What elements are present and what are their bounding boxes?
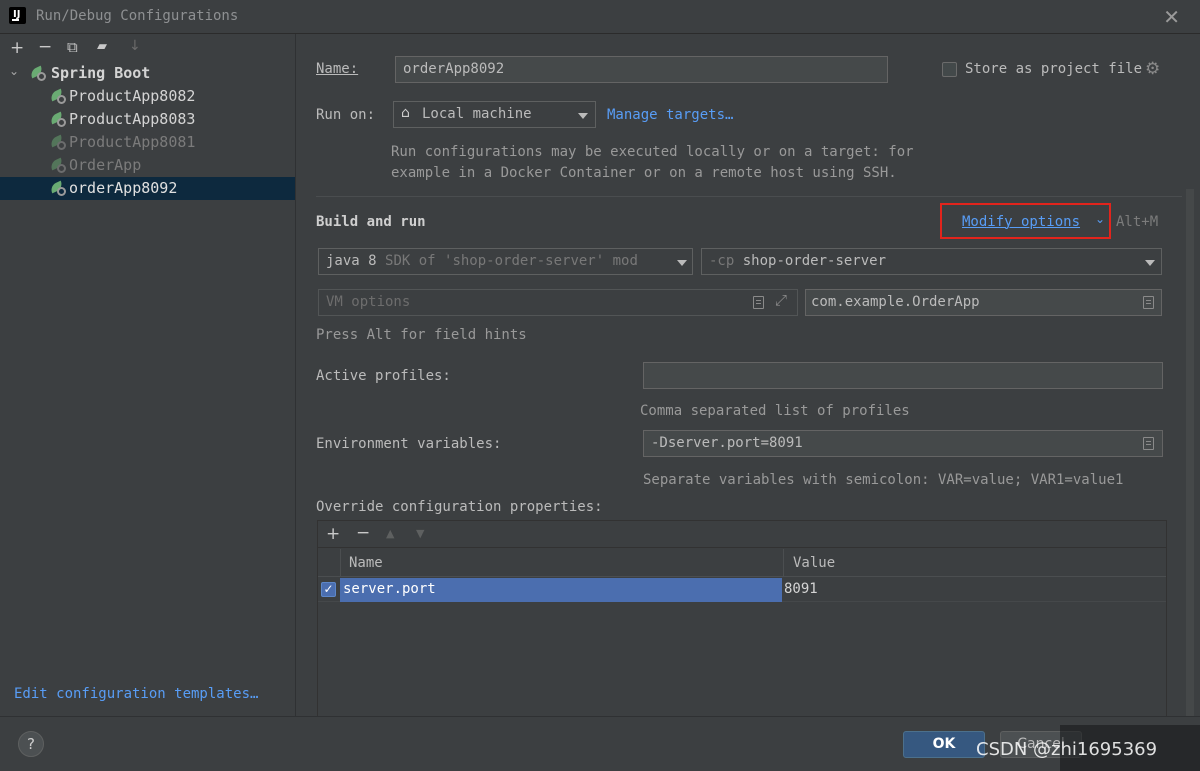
tree-item-label: ProductApp8081 — [69, 133, 196, 151]
expand-text-icon[interactable] — [753, 296, 764, 309]
tree-item-selected[interactable]: orderApp8092 — [0, 177, 295, 200]
home-icon: ⌂ — [401, 105, 410, 121]
build-and-run-heading: Build and run — [316, 214, 426, 230]
name-field-value: orderApp8092 — [403, 61, 505, 77]
gear-icon[interactable]: ⚙ — [1145, 59, 1160, 79]
classpath-module: shop-order-server — [742, 253, 887, 269]
edit-environment-icon[interactable] — [1143, 437, 1154, 450]
store-as-project-file-label: Store as project file — [965, 61, 1143, 77]
row-enabled-checkbox[interactable]: ✓ — [321, 582, 336, 597]
section-divider — [316, 196, 1182, 197]
table-body: ✓ server.port 8091 — [318, 578, 1166, 716]
main-class-field[interactable]: com.example.OrderApp — [805, 289, 1162, 316]
spring-boot-icon — [28, 65, 47, 81]
store-as-project-file-checkbox[interactable] — [942, 62, 957, 77]
vm-options-placeholder: VM options — [326, 294, 411, 310]
field-hints-text: Press Alt for field hints — [316, 327, 527, 343]
tree-group-label: Spring Boot — [51, 64, 151, 82]
override-properties-label: Override configuration properties: — [316, 499, 603, 515]
active-profiles-hint: Comma separated list of profiles — [640, 403, 910, 419]
configurations-sidebar: + − ⧉ ▰ ↓ ⌄ Spring Boot ProductApp8082 P… — [0, 34, 296, 716]
move-up-icon[interactable]: ▲ — [386, 527, 394, 540]
copy-configuration-icon[interactable]: ⧉ — [67, 38, 78, 56]
property-value[interactable]: 8091 — [784, 581, 818, 597]
remove-configuration-icon[interactable]: − — [38, 37, 52, 57]
chevron-down-icon[interactable]: ⌄ — [9, 64, 19, 78]
tree-item[interactable]: ProductApp8081 — [0, 131, 295, 154]
table-row[interactable]: ✓ server.port 8091 — [318, 578, 1166, 602]
intellij-logo-icon: IJ — [7, 5, 28, 26]
tree-item-label: orderApp8092 — [69, 179, 178, 197]
column-header-value[interactable]: Value — [793, 555, 835, 571]
jdk-value: java 8 SDK of 'shop-order-server' mod — [326, 253, 638, 269]
environment-variables-field[interactable]: -Dserver.port=8091 — [643, 430, 1163, 457]
add-row-icon[interactable]: + — [326, 524, 340, 544]
tree-item[interactable]: OrderApp — [0, 154, 295, 177]
watermark-text: CSDN @zhi1695369 — [976, 739, 1158, 760]
classpath-module-dropdown[interactable]: -cp shop-order-server — [701, 248, 1162, 275]
tree-group-spring-boot[interactable]: ⌄ Spring Boot — [0, 62, 295, 85]
move-down-icon[interactable]: ▼ — [416, 527, 424, 540]
tree-item[interactable]: ProductApp8083 — [0, 108, 295, 131]
jdk-sdk-description: SDK of 'shop-order-server' mod — [385, 253, 638, 269]
table-header: Name Value — [318, 549, 1166, 577]
main-class-value: com.example.OrderApp — [811, 294, 980, 310]
environment-variables-value: -Dserver.port=8091 — [651, 435, 803, 451]
property-name-cell[interactable]: server.port — [340, 578, 782, 602]
jdk-version: java 8 — [326, 253, 377, 269]
spring-boot-icon — [48, 111, 67, 127]
tree-item-label: ProductApp8083 — [69, 110, 196, 128]
browse-class-icon[interactable] — [1143, 296, 1154, 309]
configuration-form: Name: orderApp8092 Store as project file… — [297, 34, 1200, 716]
run-on-dropdown[interactable]: ⌂ Local machine — [393, 101, 596, 128]
chevron-down-icon — [677, 260, 687, 266]
name-field[interactable]: orderApp8092 — [395, 56, 888, 83]
spring-boot-icon — [48, 134, 67, 150]
add-configuration-icon[interactable]: + — [10, 38, 24, 58]
edit-configuration-templates-link[interactable]: Edit configuration templates… — [14, 686, 258, 702]
name-label: Name: — [316, 61, 359, 77]
tree-item-label: OrderApp — [69, 156, 142, 174]
override-properties-table: + − ▲ ▼ Name Value ✓ server.port 8091 — [317, 520, 1167, 716]
run-on-hint-line-1: Run configurations may be executed local… — [391, 144, 914, 160]
dialog-footer: ? OK Cancel CSDN @zhi1695369 — [0, 716, 1200, 771]
spring-boot-icon — [48, 180, 67, 196]
title-bar: IJ Run/Debug Configurations ✕ — [0, 0, 1200, 34]
run-on-label: Run on: — [316, 107, 376, 123]
sort-icon[interactable]: ↓ — [129, 38, 141, 54]
tree-item-label: ProductApp8082 — [69, 87, 196, 105]
property-name: server.port — [343, 581, 436, 597]
table-toolbar: + − ▲ ▼ — [318, 521, 1166, 548]
remove-row-icon[interactable]: − — [356, 523, 370, 543]
chevron-down-icon — [1145, 260, 1155, 266]
spring-boot-icon — [48, 88, 67, 104]
chevron-down-icon[interactable]: ⌄ — [1095, 212, 1105, 226]
environment-variables-hint: Separate variables with semicolon: VAR=v… — [643, 472, 1124, 488]
jdk-dropdown[interactable]: java 8 SDK of 'shop-order-server' mod — [318, 248, 693, 275]
close-icon[interactable]: ✕ — [1163, 5, 1180, 29]
modify-options-shortcut: Alt+M — [1116, 214, 1159, 230]
scrollbar-track[interactable] — [1186, 189, 1194, 716]
manage-targets-link[interactable]: Manage targets… — [607, 107, 733, 123]
tree-item[interactable]: ProductApp8082 — [0, 85, 295, 108]
classpath-value: -cp shop-order-server — [709, 253, 886, 269]
environment-variables-label: Environment variables: — [316, 436, 502, 452]
classpath-prefix: -cp — [709, 253, 735, 269]
help-button[interactable]: ? — [18, 731, 44, 757]
run-on-value: Local machine — [422, 106, 532, 122]
active-profiles-label: Active profiles: — [316, 368, 451, 384]
modify-options-link[interactable]: Modify options — [962, 214, 1080, 230]
ok-button[interactable]: OK — [903, 731, 985, 758]
active-profiles-field[interactable] — [643, 362, 1163, 389]
vm-options-field[interactable]: VM options ⤢ — [318, 289, 798, 316]
column-header-name[interactable]: Name — [349, 555, 383, 571]
chevron-down-icon — [578, 113, 588, 119]
spring-boot-icon — [48, 157, 67, 173]
folder-icon[interactable]: ▰ — [97, 39, 107, 54]
expand-arrows-icon[interactable]: ⤢ — [775, 291, 787, 309]
window-title: Run/Debug Configurations — [36, 8, 239, 24]
run-on-hint-line-2: example in a Docker Container or on a re… — [391, 165, 897, 181]
